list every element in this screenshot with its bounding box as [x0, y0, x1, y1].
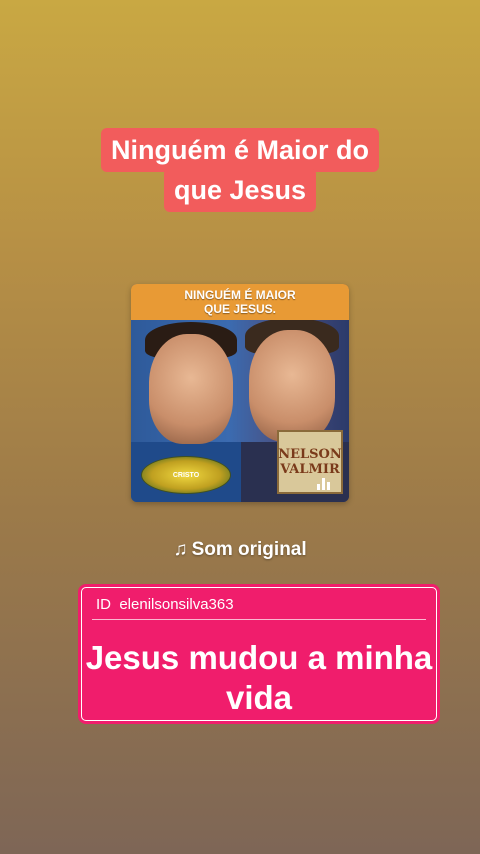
album-logo: CRISTO — [141, 456, 231, 494]
album-artist-name: NELSON VALMIR — [277, 430, 343, 494]
message-card: ID elenilsonsilva363 Jesus mudou a minha… — [78, 584, 440, 724]
card-id-row: ID elenilsonsilva363 — [96, 596, 234, 613]
title-block: Ninguém é Maior do que Jesus — [0, 128, 480, 212]
album-cover[interactable]: NINGUÉM É MAIOR QUE JESUS. CRISTO NELSON… — [131, 284, 349, 502]
card-divider — [92, 619, 426, 620]
title-line-1: Ninguém é Maior do — [100, 128, 380, 172]
album-artist-line-2: VALMIR — [280, 462, 340, 477]
message-card-border: ID elenilsonsilva363 Jesus mudou a minha… — [81, 587, 437, 721]
album-logo-text: CRISTO — [172, 471, 200, 479]
title-line-2: que Jesus — [163, 168, 317, 212]
album-art-face-right — [249, 330, 335, 442]
album-art-face-left — [149, 334, 233, 444]
sound-label-text: Som original — [191, 539, 307, 560]
album-artist-line-1: NELSON — [278, 447, 342, 462]
card-id-value: elenilsonsilva363 — [119, 596, 234, 613]
album-banner: NINGUÉM É MAIOR QUE JESUS. — [131, 284, 349, 320]
album-banner-line-1: NINGUÉM É MAIOR — [184, 288, 296, 302]
equalizer-icon — [317, 476, 331, 490]
card-message: Jesus mudou a minha vida — [85, 639, 433, 716]
music-note-icon: ♫ — [173, 539, 188, 560]
sound-label[interactable]: ♫ Som original — [0, 539, 480, 561]
album-banner-line-2: QUE JESUS. — [203, 302, 277, 316]
card-id-label: ID — [96, 596, 111, 613]
